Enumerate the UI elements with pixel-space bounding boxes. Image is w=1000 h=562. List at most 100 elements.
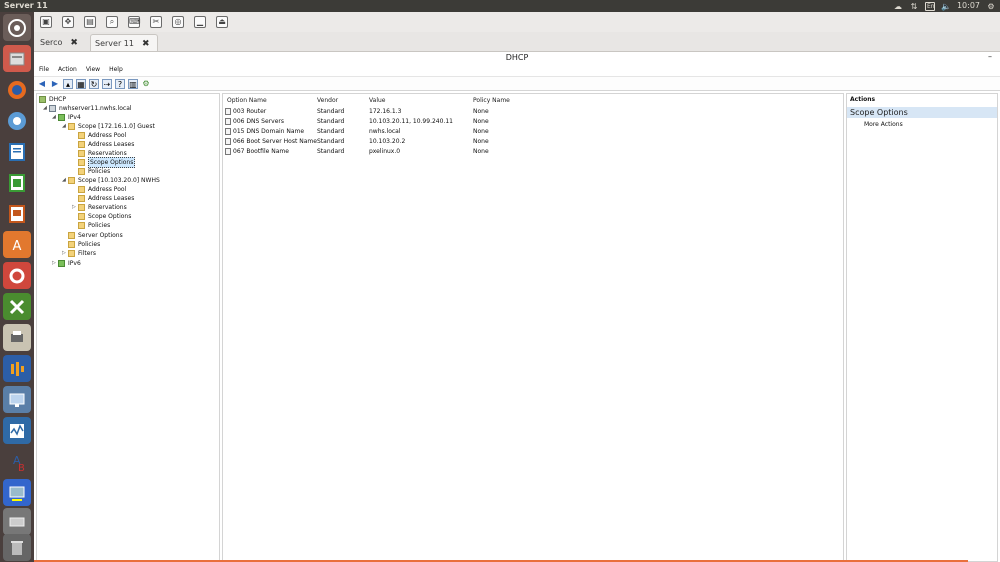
screenshot-icon[interactable]: ◎ xyxy=(172,16,184,28)
add-option-icon[interactable]: ⚙ xyxy=(141,79,151,89)
tree-item-policies[interactable]: Policies xyxy=(78,221,110,230)
actions-section-scope-options[interactable]: Scope Options xyxy=(847,107,997,118)
dhcp-icon xyxy=(39,96,46,103)
close-icon[interactable]: ✖ xyxy=(70,38,78,48)
tree-item-label: Policies xyxy=(78,241,101,248)
table-row[interactable]: 066 Boot Server Host Name xyxy=(225,137,317,146)
chromium-icon[interactable] xyxy=(3,107,31,134)
remote-desktop-icon[interactable] xyxy=(3,386,31,413)
tree-item-filters[interactable]: ▷ Filters xyxy=(62,249,96,258)
option-policy: None xyxy=(473,118,489,125)
menu-view[interactable]: View xyxy=(86,64,100,75)
x2go-icon[interactable] xyxy=(3,293,31,320)
help-icon[interactable]: ? xyxy=(115,78,125,89)
more-actions-link[interactable]: More Actions xyxy=(864,121,903,128)
tree-item-ipv4[interactable]: ◢ IPv4 xyxy=(52,113,81,122)
scale-icon[interactable]: ✥ xyxy=(62,16,74,28)
tree-item-reservations[interactable]: ▷ Reservations xyxy=(72,203,127,212)
tree-item-server[interactable]: ◢ nwhserver11.nwhs.local xyxy=(43,104,132,113)
tree-item-policies[interactable]: Policies xyxy=(68,240,100,249)
system-settings-icon[interactable] xyxy=(3,262,31,289)
impress-icon[interactable] xyxy=(3,200,31,227)
forward-icon[interactable]: ▶ xyxy=(50,79,60,89)
firefox-icon[interactable] xyxy=(3,76,31,103)
font-tool-icon[interactable]: AB xyxy=(3,448,31,475)
audacity-icon[interactable] xyxy=(3,355,31,382)
volume-icon[interactable]: 🔈 xyxy=(941,2,951,11)
menu-action[interactable]: Action xyxy=(58,64,77,75)
option-name: 006 DNS Servers xyxy=(233,118,284,125)
column-header-vendor[interactable]: Vendor xyxy=(317,96,338,105)
keyboard-icon[interactable]: ⌨ xyxy=(128,16,141,28)
keyboard-layout-indicator[interactable]: En xyxy=(924,1,935,11)
grab-keyboard-icon[interactable]: ▤ xyxy=(84,16,96,28)
show-hide-tree-icon[interactable]: ▦ xyxy=(76,78,86,89)
tree-item-address-leases[interactable]: Address Leases xyxy=(78,140,134,149)
tab-server-11[interactable]: Server 11 ✖ xyxy=(90,34,158,51)
tree-item-scope-guest[interactable]: ◢ Scope [172.16.1.0] Guest xyxy=(62,122,155,131)
folder-icon xyxy=(78,168,85,175)
up-folder-icon[interactable]: ▴ xyxy=(63,78,73,89)
column-header-option-name[interactable]: Option Name xyxy=(227,96,267,105)
printer-tool-icon[interactable] xyxy=(3,324,31,351)
files-icon[interactable] xyxy=(3,45,31,72)
export-list-icon[interactable]: ⇢ xyxy=(102,78,112,89)
column-header-policy-name[interactable]: Policy Name xyxy=(473,96,510,105)
close-icon[interactable]: ✖ xyxy=(142,39,150,49)
option-icon xyxy=(225,118,231,125)
tree-item-scope-nwhs[interactable]: ◢ Scope [10.103.20.0] NWHS xyxy=(62,176,160,185)
table-row[interactable]: 006 DNS Servers xyxy=(225,117,284,126)
tree-item-address-pool[interactable]: Address Pool xyxy=(78,131,126,140)
option-vendor: Standard xyxy=(317,148,345,155)
zoom-icon[interactable]: ⌕ xyxy=(106,16,118,28)
skype-indicator-icon[interactable]: ☁ xyxy=(893,2,903,11)
disk-drive-icon[interactable] xyxy=(3,508,31,535)
option-vendor: Standard xyxy=(317,138,345,145)
clock[interactable]: 10:07 xyxy=(957,0,980,12)
tree-item-ipv6[interactable]: ▷ IPv6 xyxy=(52,259,81,268)
console-tree: DHCP ◢ nwhserver11.nwhs.local ◢ IPv4 ◢ S… xyxy=(36,93,220,562)
trash-icon[interactable] xyxy=(3,534,31,561)
tab-bar: Serco ✖ Server 11 ✖ xyxy=(34,32,1000,52)
network-icon[interactable]: ⇅ xyxy=(909,2,919,11)
tools-icon[interactable]: ✂ xyxy=(150,16,162,28)
table-row[interactable]: 015 DNS Domain Name xyxy=(225,127,304,136)
tree-item-dhcp[interactable]: DHCP xyxy=(39,95,66,104)
refresh-icon[interactable]: ↻ xyxy=(89,78,99,89)
remmina-toolbar: ▣ ✥ ▤ ⌕ ⌨ ✂ ◎ ▁ ⏏ xyxy=(34,12,1000,32)
system-monitor-icon[interactable] xyxy=(3,417,31,444)
tree-item-label: nwhserver11.nwhs.local xyxy=(59,105,132,112)
minimize-icon[interactable]: – xyxy=(988,51,992,62)
option-policy: None xyxy=(473,148,489,155)
disconnect-icon[interactable]: ⏏ xyxy=(216,16,228,28)
tree-item-address-pool[interactable]: Address Pool xyxy=(78,185,126,194)
writer-icon[interactable] xyxy=(3,138,31,165)
tree-item-scope-options[interactable]: Scope Options xyxy=(78,212,131,221)
minimize-icon[interactable]: ▁ xyxy=(194,16,206,28)
software-center-icon[interactable]: A xyxy=(3,231,31,258)
menu-file[interactable]: File xyxy=(39,64,49,75)
fullscreen-icon[interactable]: ▣ xyxy=(40,16,52,28)
tree-item-scope-options-selected[interactable]: Scope Options xyxy=(78,157,136,168)
tab-serco[interactable]: Serco ✖ xyxy=(36,34,88,51)
tree-item-label: Address Leases xyxy=(88,141,135,148)
table-row[interactable]: 003 Router xyxy=(225,107,266,116)
table-row[interactable]: 067 Bootfile Name xyxy=(225,147,289,156)
tree-item-label: Reservations xyxy=(88,204,127,211)
system-gear-icon[interactable]: ⚙ xyxy=(986,2,996,11)
menu-help[interactable]: Help xyxy=(109,64,123,75)
tree-item-address-leases[interactable]: Address Leases xyxy=(78,194,134,203)
tree-item-server-options[interactable]: Server Options xyxy=(68,231,123,240)
calc-icon[interactable] xyxy=(3,169,31,196)
launcher: A AB xyxy=(0,12,34,562)
dash-icon[interactable] xyxy=(3,14,31,41)
column-header-value[interactable]: Value xyxy=(369,96,385,105)
tree-item-policies[interactable]: Policies xyxy=(78,167,110,176)
network-tool-icon[interactable] xyxy=(3,479,31,506)
option-value: 172.16.1.3 xyxy=(369,108,402,115)
tree-item-label: Filters xyxy=(78,250,96,257)
svg-text:A: A xyxy=(13,239,22,254)
back-icon[interactable]: ◀ xyxy=(37,79,47,89)
show-hide-action-pane-icon[interactable]: ▥ xyxy=(128,78,138,89)
remote-screen[interactable]: DHCP – File Action View Help ◀ ▶ ▴ ▦ ↻ ⇢… xyxy=(34,52,1000,562)
